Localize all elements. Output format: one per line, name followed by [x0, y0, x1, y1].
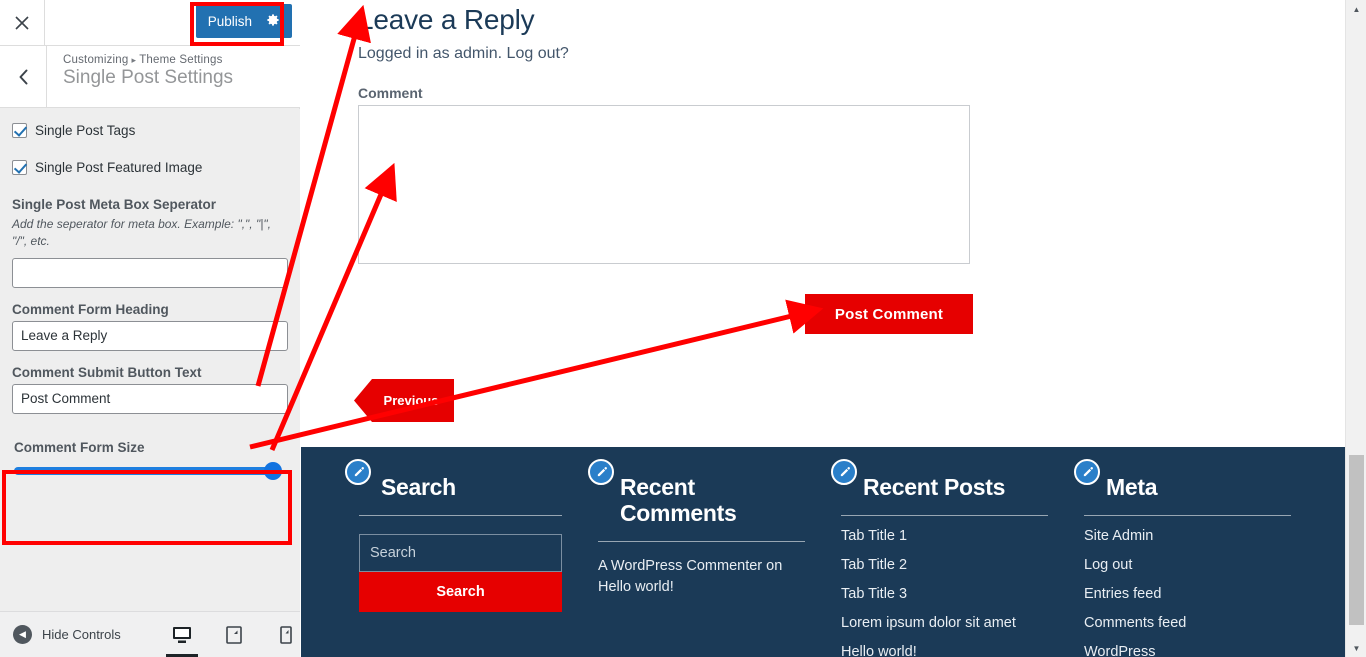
edit-pencil-icon[interactable]	[345, 459, 371, 485]
recent-comment-entry[interactable]: A WordPress Commenter on Hello world!	[598, 556, 805, 600]
widget-divider	[359, 514, 562, 516]
widget-divider	[1084, 514, 1291, 516]
comment-form-area: Leave a Reply Logged in as admin. Log ou…	[301, 3, 1345, 264]
post-comment-button[interactable]: Post Comment	[805, 294, 973, 334]
widget-divider	[841, 514, 1048, 516]
sidebar-controls: Single Post Tags Single Post Featured Im…	[0, 109, 300, 611]
control-comment-form-size: Comment Form Size	[2, 428, 292, 491]
meta-separator-description: Add the seperator for meta box. Example:…	[12, 217, 271, 249]
customizer-screen: Publish Customizing ▸ Theme Settings Sin…	[0, 0, 1366, 657]
edit-pencil-icon[interactable]	[831, 459, 857, 485]
widget-title: Recent Posts	[863, 474, 1006, 500]
customizer-sidebar: Publish Customizing ▸ Theme Settings Sin…	[0, 0, 300, 657]
recent-posts-list: Tab Title 1 Tab Title 2 Tab Title 3 Lore…	[841, 528, 1048, 657]
breadcrumb-separator-icon: ▸	[131, 55, 137, 65]
logged-in-notice[interactable]: Logged in as admin. Log out?	[358, 45, 1345, 63]
scroll-down-arrow-icon[interactable]: ▼	[1346, 639, 1366, 657]
mobile-preview-icon[interactable]	[273, 612, 299, 657]
previous-post-label: Previous	[383, 393, 439, 408]
widget-recent-comments: Recent Comments A WordPress Commenter on…	[580, 447, 823, 657]
hide-controls-label: Hide Controls	[42, 627, 121, 642]
hide-controls-button[interactable]: ◀ Hide Controls	[0, 625, 121, 644]
scroll-up-arrow-icon[interactable]: ▲	[1346, 0, 1366, 18]
widget-divider	[598, 540, 805, 542]
comment-form-heading-label: Comment Form Heading	[12, 301, 169, 317]
meta-separator-input[interactable]	[12, 257, 288, 288]
checkbox-single-post-featured-image[interactable]	[12, 160, 27, 175]
publish-button[interactable]: Publish	[195, 4, 292, 38]
comment-form-heading: Leave a Reply	[358, 4, 535, 35]
list-item[interactable]: Site Admin	[1084, 528, 1291, 544]
edit-pencil-icon[interactable]	[588, 459, 614, 485]
close-icon[interactable]	[0, 0, 45, 45]
sidebar-footer: ◀ Hide Controls	[0, 611, 300, 657]
widget-title: Recent Comments	[620, 474, 737, 526]
widget-title: Meta	[1106, 474, 1158, 500]
sidebar-header: Publish	[0, 0, 300, 46]
checkbox-label: Single Post Tags	[35, 123, 136, 138]
comment-field-label: Comment	[358, 84, 423, 101]
breadcrumb-parent[interactable]: Customizing	[63, 54, 128, 66]
publish-button-label: Publish	[207, 13, 252, 29]
tablet-preview-icon[interactable]	[221, 612, 247, 657]
page-scrollbar[interactable]: ▲ ▼	[1345, 0, 1366, 657]
comment-form-heading-input[interactable]	[12, 320, 288, 351]
list-item[interactable]: Tab Title 2	[841, 557, 1048, 573]
list-item[interactable]: Tab Title 3	[841, 586, 1048, 602]
search-input[interactable]	[359, 533, 562, 572]
scrollbar-thumb[interactable]	[1349, 455, 1364, 625]
list-item[interactable]: Comments feed	[1084, 615, 1291, 631]
widget-title: Search	[381, 474, 456, 500]
back-icon[interactable]	[0, 46, 47, 107]
page-title: Single Post Settings	[63, 67, 234, 88]
sidebar-breadcrumb-bar: Customizing ▸ Theme Settings Single Post S…	[0, 46, 300, 108]
desktop-preview-icon[interactable]	[165, 612, 198, 657]
list-item[interactable]: WordPress	[1084, 644, 1291, 657]
widget-search: Search Search	[337, 447, 580, 657]
comment-textarea[interactable]	[358, 104, 970, 264]
comment-submit-button-text-input[interactable]	[12, 383, 288, 414]
list-item[interactable]: Lorem ipsum dolor sit amet	[841, 615, 1048, 631]
control-single-post-featured-image[interactable]: Single Post Featured Image	[12, 160, 288, 175]
control-comment-submit-button-text: Comment Submit Button Text	[12, 365, 288, 414]
list-item[interactable]: Hello world!	[841, 644, 1048, 657]
search-button[interactable]: Search	[359, 571, 562, 612]
collapse-arrow-icon: ◀	[13, 625, 32, 644]
widget-recent-posts: Recent Posts Tab Title 1 Tab Title 2 Tab…	[823, 447, 1066, 657]
list-item[interactable]: Tab Title 1	[841, 528, 1048, 544]
control-meta-box-separator: Single Post Meta Box Seperator Add the s…	[12, 197, 288, 288]
list-item[interactable]: Log out	[1084, 557, 1291, 573]
breadcrumb-section[interactable]: Theme Settings	[139, 54, 222, 66]
control-single-post-tags[interactable]: Single Post Tags	[12, 123, 288, 138]
meta-separator-label: Single Post Meta Box Seperator	[12, 197, 217, 212]
checkbox-single-post-tags[interactable]	[12, 123, 27, 138]
meta-list: Site Admin Log out Entries feed Comments…	[1084, 528, 1291, 657]
breadcrumb: Customizing ▸ Theme Settings Single Post S…	[47, 46, 233, 107]
widget-meta: Meta Site Admin Log out Entries feed Com…	[1066, 447, 1309, 657]
site-preview-frame: Leave a Reply Logged in as admin. Log ou…	[301, 0, 1345, 657]
publish-button-wrap: Publish	[195, 4, 292, 38]
comment-submit-button-text-label: Comment Submit Button Text	[12, 364, 202, 380]
slider-thumb[interactable]	[264, 461, 282, 480]
control-comment-form-heading: Comment Form Heading	[12, 302, 288, 351]
site-footer-widgets: Search Search Recent Comments A WordPres…	[301, 447, 1345, 657]
comment-form-size-label: Comment Form Size	[14, 439, 145, 455]
list-item[interactable]: Entries feed	[1084, 586, 1291, 602]
comment-form-size-slider[interactable]	[14, 461, 282, 480]
gear-icon[interactable]	[266, 13, 280, 29]
previous-post-button[interactable]: Previous	[354, 379, 454, 422]
checkbox-label: Single Post Featured Image	[35, 160, 203, 175]
edit-pencil-icon[interactable]	[1074, 459, 1100, 485]
device-preview-group	[165, 612, 299, 657]
